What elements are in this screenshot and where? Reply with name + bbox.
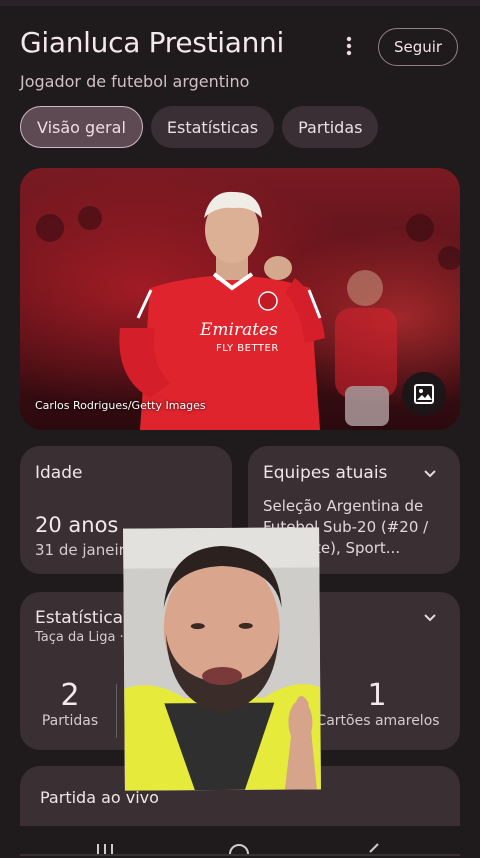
- stat-matches-value: 2: [60, 678, 80, 713]
- statistics-label: Estatísticas: [35, 608, 132, 628]
- person-illustration: [123, 527, 321, 791]
- more-options-icon[interactable]: [338, 36, 360, 60]
- follow-button[interactable]: Seguir: [378, 28, 458, 66]
- back-icon: [369, 843, 379, 853]
- stat-yellow-cards-label: Cartões amarelos: [316, 713, 440, 729]
- nav-icons: [97, 843, 379, 858]
- player-photo[interactable]: Emirates FLY BETTER Carlos Rodrigues/Get…: [20, 168, 460, 430]
- stat-yellow-cards-value: 1: [367, 678, 387, 713]
- page-title: Gianluca Prestianni: [20, 26, 284, 59]
- age-label: Idade: [35, 463, 83, 483]
- system-navigation-bar: [0, 826, 480, 858]
- image-gallery-button[interactable]: [402, 372, 446, 416]
- tab-bar: Visão geral Estatísticas Partidas: [20, 106, 379, 148]
- home-icon: [229, 844, 249, 858]
- recents-icon: [97, 844, 113, 854]
- page-subtitle: Jogador de futebol argentino: [20, 72, 250, 91]
- jersey-slogan: FLY BETTER: [216, 343, 279, 354]
- status-bar-edge: [0, 0, 480, 6]
- live-match-label: Partida ao vivo: [40, 788, 159, 807]
- age-value: 20 anos: [35, 513, 119, 537]
- image-icon: [414, 384, 434, 404]
- stat-matches-label: Partidas: [41, 713, 99, 729]
- chevron-down-icon[interactable]: [422, 466, 438, 482]
- tab-matches[interactable]: Partidas: [282, 106, 379, 148]
- stat-divider: [116, 684, 117, 738]
- tab-statistics[interactable]: Estatísticas: [150, 106, 275, 148]
- tab-overview[interactable]: Visão geral: [20, 106, 143, 148]
- chevron-down-icon[interactable]: [422, 610, 438, 626]
- webcam-overlay: [123, 527, 321, 791]
- teams-label: Equipes atuais: [263, 463, 388, 483]
- photo-credit: Carlos Rodrigues/Getty Images: [35, 399, 206, 412]
- jersey-sponsor: Emirates: [200, 320, 278, 340]
- player-illustration: [36, 191, 460, 430]
